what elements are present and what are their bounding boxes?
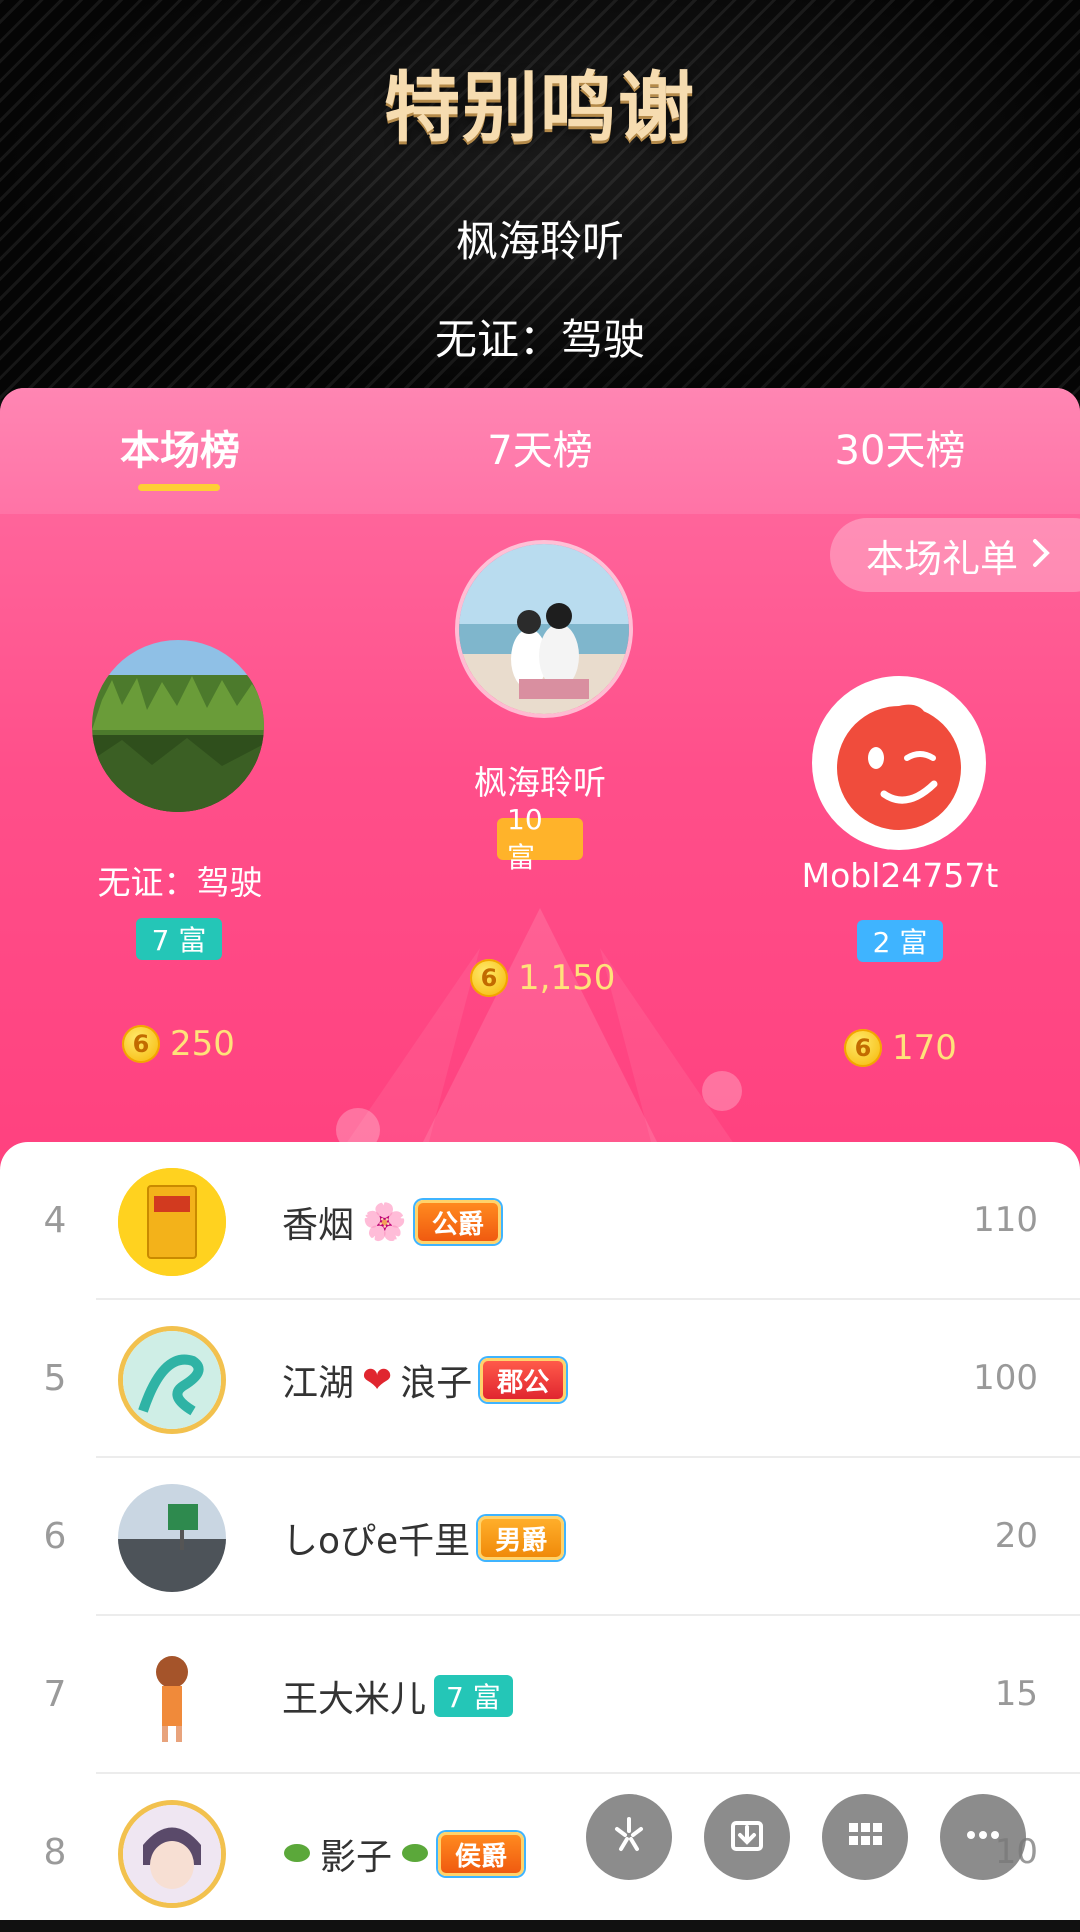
rank-number: 4 [43, 1200, 67, 1241]
user-score: 15 [994, 1674, 1038, 1714]
top1-coin-amount: 1,150 [518, 958, 616, 998]
user-name-text: 江湖 [282, 1363, 355, 1404]
banner-title: 特别鸣谢 [384, 63, 696, 152]
user-name-text: しoぴe千里 [282, 1521, 471, 1562]
coin-icon: 6 [844, 1029, 882, 1067]
tab-current-session[interactable]: 本场榜 [110, 418, 250, 476]
top2-avatar[interactable] [92, 640, 264, 812]
share-button[interactable] [586, 1794, 672, 1880]
wealth-level-badge: 7 富 [434, 1675, 513, 1717]
top2-coins: 6 250 [122, 1024, 235, 1064]
rank-number: 8 [43, 1832, 67, 1873]
user-avatar[interactable] [118, 1326, 226, 1434]
grid-button[interactable] [822, 1794, 908, 1880]
user-name-text: 香烟 [282, 1205, 355, 1246]
coin-icon: 6 [470, 959, 508, 997]
list-item[interactable]: 7 王大米儿 7 富 15 [0, 1616, 1080, 1774]
heart-icon: ❤ [362, 1359, 393, 1401]
user-name: 王大米儿 7 富 [282, 1670, 513, 1722]
top3-name: Mobl24757t [801, 856, 999, 895]
user-name-text: 浪子 [400, 1363, 473, 1404]
gift-list-button[interactable]: 本场礼单 [829, 518, 1080, 592]
download-button[interactable] [704, 1794, 790, 1880]
more-icon [961, 1813, 1005, 1861]
blossom-icon: 🌸 [362, 1202, 407, 1243]
user-name: 影子 侯爵 [282, 1828, 525, 1880]
top2-wealth-badge: 7 富 [136, 918, 222, 960]
top2-coin-amount: 250 [170, 1024, 235, 1064]
leaf-icon [282, 1834, 312, 1875]
rank-number: 5 [43, 1358, 67, 1399]
thanks-banner: 特别鸣谢 枫海聆听 无证：驾驶 [0, 0, 1080, 400]
top3-coin-amount: 170 [892, 1028, 957, 1068]
user-name: 江湖 ❤ 浪子 郡公 [282, 1354, 567, 1406]
user-avatar[interactable] [118, 1642, 226, 1750]
tab-30-days[interactable]: 30天榜 [820, 418, 980, 476]
gift-list-label: 本场礼单 [865, 536, 1018, 581]
list-item[interactable]: 4 香烟 🌸 公爵 110 [0, 1142, 1080, 1300]
noble-title-badge: 郡公 [480, 1358, 567, 1402]
rank-list: 4 香烟 🌸 公爵 110 5 江湖 ❤ 浪子 郡公 100 6 しoぴe千里 … [0, 1142, 1080, 1920]
tab-7-days[interactable]: 7天榜 [470, 418, 610, 476]
user-score: 100 [973, 1358, 1038, 1398]
share-icon [607, 1813, 651, 1861]
download-icon [725, 1813, 769, 1861]
user-avatar[interactable] [118, 1484, 226, 1592]
top3-wealth-badge: 2 富 [857, 920, 943, 962]
top3-avatar[interactable] [812, 676, 986, 850]
user-avatar[interactable] [118, 1800, 226, 1908]
banner-second-donor: 无证：驾驶 [434, 315, 645, 364]
user-avatar[interactable] [118, 1168, 226, 1276]
top1-name: 枫海聆听 [474, 763, 606, 802]
noble-title-badge: 侯爵 [438, 1832, 525, 1876]
list-item[interactable]: 8 影子 侯爵 10 [0, 1774, 1080, 1932]
user-score: 20 [994, 1516, 1038, 1556]
user-name: しoぴe千里 男爵 [282, 1512, 565, 1564]
noble-title-badge: 公爵 [414, 1200, 501, 1244]
more-button[interactable] [940, 1794, 1026, 1880]
top2-name: 无证：驾驶 [97, 863, 263, 902]
noble-title-badge: 男爵 [478, 1516, 565, 1560]
top1-avatar[interactable] [455, 540, 633, 718]
user-name-text: 影子 [320, 1837, 393, 1878]
list-item[interactable]: 5 江湖 ❤ 浪子 郡公 100 [0, 1300, 1080, 1458]
top1-coins: 6 1,150 [470, 958, 615, 998]
banner-top-donor: 枫海聆听 [455, 217, 624, 266]
user-name-text: 王大米儿 [282, 1679, 427, 1720]
user-score: 110 [973, 1200, 1038, 1240]
rank-number: 7 [43, 1674, 67, 1715]
coin-icon: 6 [122, 1025, 160, 1063]
leaf-icon [400, 1834, 430, 1875]
grid-icon [843, 1813, 887, 1861]
rank-number: 6 [43, 1516, 67, 1557]
list-item[interactable]: 6 しoぴe千里 男爵 20 [0, 1458, 1080, 1616]
active-tab-indicator [138, 484, 220, 491]
top1-wealth-badge: 10 富 [497, 803, 583, 874]
chevron-right-icon [1032, 533, 1050, 577]
ranking-tabs: 本场榜 7天榜 30天榜 [0, 388, 1080, 514]
user-name: 香烟 🌸 公爵 [282, 1196, 501, 1248]
top3-coins: 6 170 [844, 1028, 957, 1068]
